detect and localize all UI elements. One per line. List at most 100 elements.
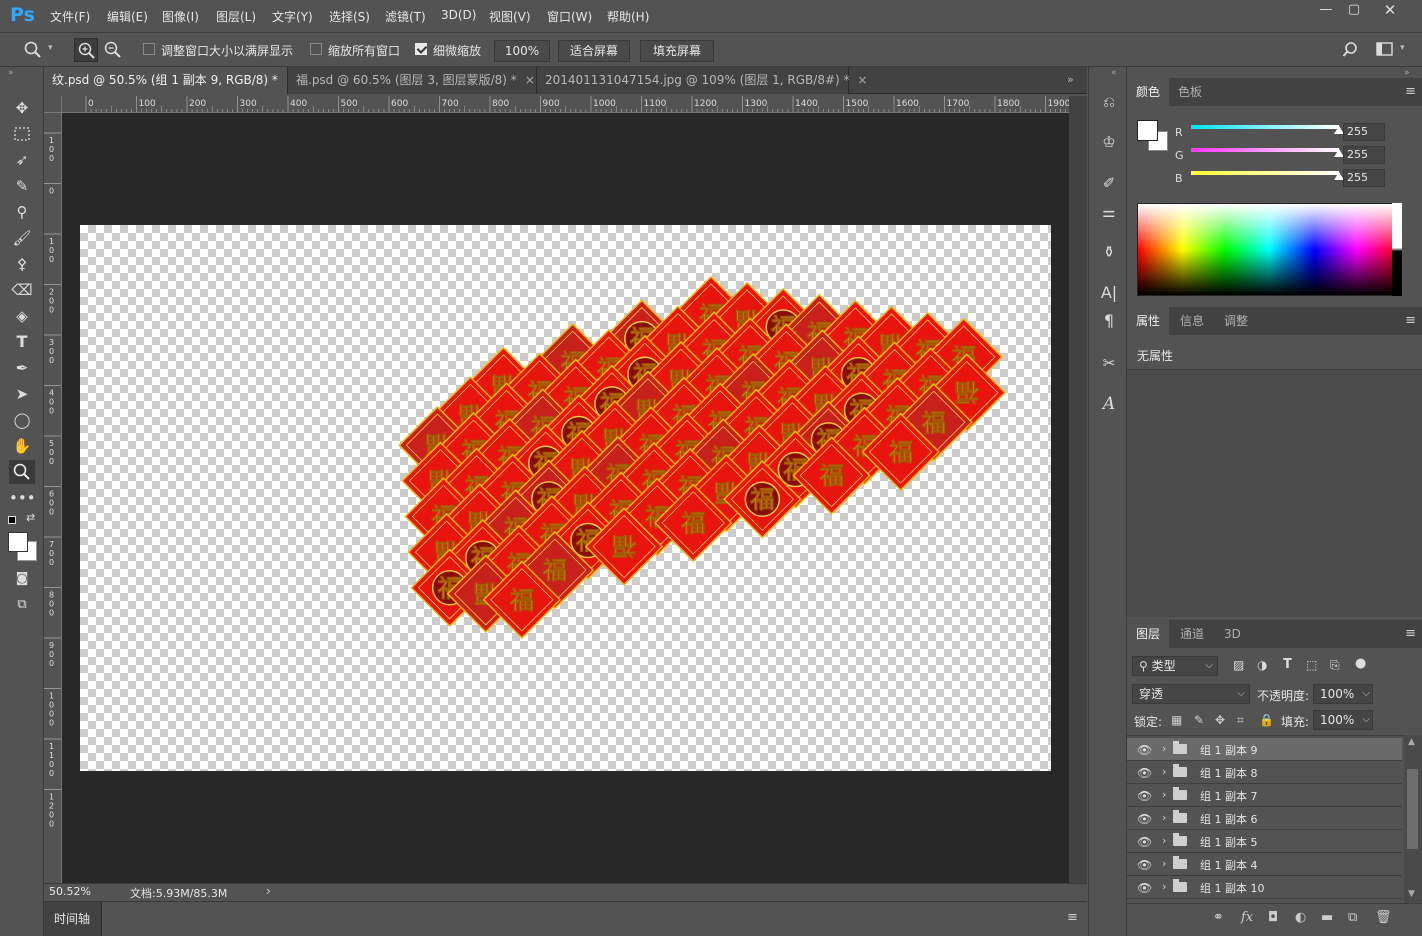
- menu-view[interactable]: 视图(V): [489, 8, 531, 25]
- filter-type-icon[interactable]: T: [1283, 657, 1292, 672]
- collapse-strip-icon[interactable]: «: [1111, 68, 1117, 78]
- character-panel-icon[interactable]: A|: [1097, 281, 1121, 305]
- layer-name[interactable]: 组 1 副本 10: [1200, 880, 1265, 896]
- preset-dropdown-icon[interactable]: ▾: [48, 43, 53, 53]
- close-icon[interactable]: ✕: [1374, 0, 1406, 22]
- search-icon[interactable]: [1342, 41, 1360, 59]
- canvas-vertical-scrollbar[interactable]: [1069, 96, 1087, 883]
- color-panel-menu-icon[interactable]: ≡: [1405, 84, 1416, 99]
- layer-name[interactable]: 组 1 副本 8: [1200, 765, 1258, 781]
- layers-scrollbar[interactable]: ▲ ▼: [1404, 735, 1422, 903]
- layer-name[interactable]: 组 1 副本 4: [1200, 857, 1258, 873]
- workspace-dropdown-icon[interactable]: ▾: [1400, 43, 1405, 53]
- ruler-origin[interactable]: [44, 96, 62, 113]
- color-foreground-swatch[interactable]: [1137, 120, 1158, 141]
- zoom-tool-preset-icon[interactable]: [24, 41, 42, 59]
- ellipse-tool-icon[interactable]: ◯: [9, 408, 35, 432]
- collapse-icon[interactable]: »: [8, 68, 14, 78]
- paragraph-panel-icon[interactable]: ¶: [1097, 309, 1121, 333]
- layer-row[interactable]: 👁 › 组 1 副本 8: [1127, 761, 1402, 784]
- zoom-all-checkbox[interactable]: [310, 43, 322, 55]
- timeline-menu-icon[interactable]: ≡: [1067, 910, 1078, 925]
- close-tab-icon[interactable]: ×: [858, 73, 868, 87]
- chevron-right-icon[interactable]: ›: [1162, 788, 1166, 801]
- timeline-tab[interactable]: 时间轴: [54, 910, 90, 927]
- history-panel-icon[interactable]: ⎌: [1097, 90, 1121, 114]
- layer-row[interactable]: 👁 › 组 1 副本 5: [1127, 830, 1402, 853]
- quick-mask-icon[interactable]: ◙: [9, 567, 35, 591]
- color-spectrum[interactable]: [1137, 203, 1402, 296]
- scroll-down-icon[interactable]: ▼: [1408, 889, 1415, 899]
- tab-adjustments[interactable]: 调整: [1215, 307, 1257, 335]
- properties-panel-menu-icon[interactable]: ≡: [1405, 313, 1416, 328]
- visibility-eye-icon[interactable]: 👁: [1137, 881, 1152, 895]
- chevron-right-icon[interactable]: ›: [1162, 834, 1166, 847]
- workspace-icon[interactable]: [1376, 42, 1394, 58]
- g-value-field[interactable]: 255: [1343, 146, 1385, 164]
- tab-channels[interactable]: 通道: [1171, 620, 1213, 648]
- resize-windows-checkbox[interactable]: [143, 43, 155, 55]
- menu-filter[interactable]: 滤镜(T): [385, 8, 426, 25]
- fill-field[interactable]: 100% ⌵: [1313, 710, 1373, 730]
- scrubby-zoom-checkbox[interactable]: [415, 43, 427, 55]
- menu-edit[interactable]: 编辑(E): [107, 8, 148, 25]
- visibility-eye-icon[interactable]: 👁: [1137, 766, 1152, 780]
- layer-row[interactable]: 👁 › 组 1 副本 9: [1127, 738, 1402, 761]
- chevron-right-icon[interactable]: ›: [1162, 857, 1166, 870]
- layer-style-fx-icon[interactable]: fx: [1241, 910, 1253, 925]
- tab-jpg[interactable]: 201401131047154.jpg @ 109% (图层 1, RGB/8#…: [537, 67, 868, 94]
- visibility-eye-icon[interactable]: 👁: [1137, 812, 1152, 826]
- close-tab-icon[interactable]: ×: [525, 73, 535, 87]
- filter-shape-icon[interactable]: ⬚: [1306, 658, 1317, 672]
- chevron-right-icon[interactable]: ›: [1162, 742, 1166, 755]
- tab-color[interactable]: 颜色: [1127, 78, 1170, 106]
- fit-screen-button[interactable]: 适合屏幕: [558, 40, 630, 62]
- new-adjustment-layer-icon[interactable]: ◐: [1295, 910, 1306, 925]
- default-colors-icon[interactable]: [8, 516, 16, 524]
- glyphs-panel-icon[interactable]: A: [1097, 392, 1121, 416]
- vertical-ruler[interactable]: 1000100200300400500600700800900100011001…: [44, 113, 62, 883]
- tab-wen-psd[interactable]: 纹.psd @ 50.5% (组 1 副本 9, RGB/8) *×: [44, 67, 296, 94]
- quick-selection-tool-icon[interactable]: ✎: [9, 174, 35, 198]
- layers-panel-menu-icon[interactable]: ≡: [1405, 626, 1416, 641]
- swap-colors-icon[interactable]: ⇄: [26, 511, 35, 524]
- filter-adjustment-icon[interactable]: ◑: [1257, 658, 1267, 672]
- layer-name[interactable]: 组 1 副本 5: [1200, 834, 1258, 850]
- tab-3d[interactable]: 3D: [1215, 620, 1250, 648]
- scroll-up-icon[interactable]: ▲: [1408, 737, 1415, 747]
- layer-row[interactable]: 👁 › 组 1 副本 4: [1127, 853, 1402, 876]
- lock-image-icon[interactable]: ✎: [1194, 713, 1204, 727]
- brush-presets-icon[interactable]: ♔: [1097, 130, 1121, 154]
- status-menu-arrow-icon[interactable]: ›: [266, 884, 271, 898]
- tab-swatches[interactable]: 色板: [1169, 78, 1211, 106]
- blend-mode-dropdown[interactable]: 穿透 ⌵: [1132, 684, 1250, 704]
- collapse-panel-icon[interactable]: »: [1404, 68, 1410, 78]
- tool-presets-icon[interactable]: ✂: [1097, 351, 1121, 375]
- chevron-right-icon[interactable]: ›: [1162, 880, 1166, 893]
- link-layers-icon[interactable]: ⚭: [1213, 910, 1224, 925]
- zoom-out-icon[interactable]: [104, 41, 122, 59]
- grayscale-ramp[interactable]: [1392, 203, 1402, 296]
- more-tools-icon[interactable]: •••: [9, 486, 36, 510]
- lock-all-icon[interactable]: 🔒: [1259, 713, 1274, 727]
- foreground-color-swatch[interactable]: [8, 532, 28, 552]
- hand-tool-icon[interactable]: ✋: [9, 434, 35, 458]
- layer-name[interactable]: 组 1 副本 7: [1200, 788, 1258, 804]
- visibility-eye-icon[interactable]: 👁: [1137, 835, 1152, 849]
- filter-toggle-icon[interactable]: ●: [1355, 656, 1366, 671]
- paint-bucket-tool-icon[interactable]: ◈: [9, 304, 35, 328]
- b-value-field[interactable]: 255: [1343, 169, 1385, 187]
- tab-layers[interactable]: 图层: [1127, 620, 1170, 648]
- tab-properties[interactable]: 属性: [1127, 307, 1170, 335]
- g-slider-track[interactable]: [1191, 148, 1339, 152]
- chevron-right-icon[interactable]: ›: [1162, 811, 1166, 824]
- fill-screen-button[interactable]: 填充屏幕: [640, 40, 714, 62]
- horizontal-ruler[interactable]: 0 100 200 300 400 500 600 700 800 900 1000 1100 1200…: [62, 96, 1069, 113]
- menu-help[interactable]: 帮助(H): [607, 8, 649, 25]
- filter-pixel-icon[interactable]: ▨: [1233, 658, 1244, 672]
- eyedropper-tool-icon[interactable]: ⚲: [9, 200, 35, 224]
- chevron-right-icon[interactable]: ›: [1162, 765, 1166, 778]
- lock-position-icon[interactable]: ✥: [1215, 713, 1225, 727]
- r-value-field[interactable]: 255: [1343, 123, 1385, 141]
- add-mask-icon[interactable]: ◘: [1268, 910, 1278, 925]
